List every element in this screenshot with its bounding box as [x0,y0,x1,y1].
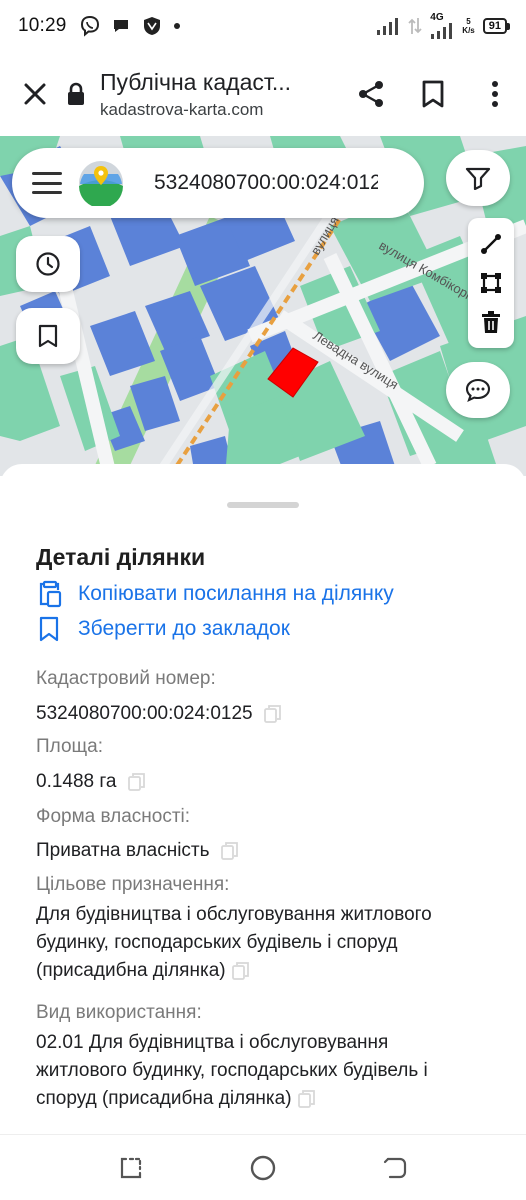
status-right: 4G 5 K/s 91 [376,13,510,39]
browser-toolbar: Публічна кадаст... kadastrova-karta.com [0,52,526,136]
usage-line-2: житлового будинку, господарських будівел… [36,1060,428,1081]
dot-icon [173,23,180,29]
status-bar: 10:29 4G 5 K/s 91 [0,0,526,52]
nav-home-button[interactable] [246,1151,280,1185]
usage-label: Вид використання: [36,1002,202,1023]
close-icon [24,83,46,105]
area-value: 0.1488 га [36,771,117,792]
parcel-details-sheet: Деталі ділянки Копіювати посилання на ді… [0,464,526,1136]
copy-icon[interactable] [297,1089,316,1109]
network-indicator: 4G [430,13,454,39]
signal-icon [377,18,399,35]
network-type: 4G [430,12,444,23]
copy-icon[interactable] [127,772,146,792]
viber-icon [80,15,99,37]
trash-icon [482,311,500,334]
copy-icon[interactable] [263,704,282,724]
chat-bubble-icon [465,378,491,402]
copy-link-label: Копіювати посилання на ділянку [78,582,394,605]
signal-4g-icon [431,23,453,39]
hamburger-menu-icon[interactable] [32,172,62,194]
data-arrows-icon [408,18,422,34]
share-button[interactable] [340,63,402,125]
measure-line-button[interactable] [473,226,509,262]
shield-icon [143,17,160,35]
purpose-line-1: Для будівництва і обслуговування житлово… [36,904,432,925]
battery-level: 91 [482,18,507,34]
clear-drawing-button[interactable] [473,304,509,340]
copy-link-action[interactable]: Копіювати посилання на ділянку [36,580,394,608]
nav-back-button[interactable] [378,1151,412,1185]
page-title: Публічна кадаст... [100,68,292,95]
home-circle-icon [250,1155,276,1181]
usage-line-3: споруд (присадибна ділянка) [36,1088,292,1109]
lock-icon [68,82,84,105]
sheet-drag-handle[interactable] [227,502,299,508]
ownership-value: Приватна власність [36,840,210,861]
area-label: Площа: [36,736,104,757]
page-domain: kadastrova-karta.com [100,99,264,119]
battery-indicator: 91 [482,18,510,34]
saved-parcels-button[interactable] [16,308,80,364]
cadastral-number-row: 5324080700:00:024:0125 [36,700,486,728]
more-vert-icon [492,81,498,107]
copy-link-icon [39,580,62,608]
notification-icons [79,15,181,37]
share-icon [359,81,383,107]
usage-line-1: 02.01 Для будівництва і обслуговування [36,1032,389,1053]
recents-icon [120,1157,142,1179]
save-bookmark-label: Зберегти до закладок [78,617,290,640]
area-row: 0.1488 га [36,768,486,796]
app-logo-icon [79,161,123,206]
purpose-line-3: (присадибна ділянка) [36,960,226,981]
purpose-label: Цільове призначення: [36,874,230,895]
sheet-title: Деталі ділянки [36,544,206,570]
clock-icon [36,252,60,276]
url-bar[interactable]: Публічна кадаст... kadastrova-karta.com [66,69,340,120]
filter-icon [465,167,491,190]
overflow-menu-button[interactable] [464,63,526,125]
system-navigation-bar [0,1134,526,1200]
network-speed: 5 K/s [462,17,474,35]
chat-icon [113,20,128,32]
bookmark-icon [422,80,444,108]
speed-unit: K/s [462,26,475,35]
line-tool-icon [481,233,501,254]
search-query[interactable]: 5324080700:00:024:0125 [154,171,378,195]
bookmark-outline-icon [39,616,59,642]
nav-recents-button[interactable] [114,1151,148,1185]
ownership-row: Приватна власність [36,837,486,865]
history-button[interactable] [16,236,80,292]
copy-icon[interactable] [220,841,239,861]
ownership-label: Форма власності: [36,806,191,827]
purpose-line-2: будинку, господарських будівель і споруд [36,932,398,953]
cadastral-number-label: Кадастровий номер: [36,668,216,689]
speed-value: 5 [466,17,471,26]
status-time: 10:29 [18,15,67,36]
map-search-bar[interactable]: 5324080700:00:024:0125 [12,148,424,218]
save-bookmark-action[interactable]: Зберегти до закладок [36,616,290,642]
chat-button[interactable] [446,362,510,418]
measure-tools [468,218,514,348]
polygon-tool-icon [481,272,501,293]
measure-area-button[interactable] [473,265,509,301]
bookmark-button[interactable] [402,63,464,125]
filter-button[interactable] [446,150,510,206]
copy-icon[interactable] [231,961,250,981]
close-tab-button[interactable] [4,63,66,125]
back-icon [383,1157,407,1179]
purpose-row: Для будівництва і обслуговування житлово… [36,901,486,985]
bookmark-icon [38,324,58,348]
cadastral-number-value: 5324080700:00:024:0125 [36,703,253,724]
usage-row: 02.01 Для будівництва і обслуговування ж… [36,1029,486,1113]
